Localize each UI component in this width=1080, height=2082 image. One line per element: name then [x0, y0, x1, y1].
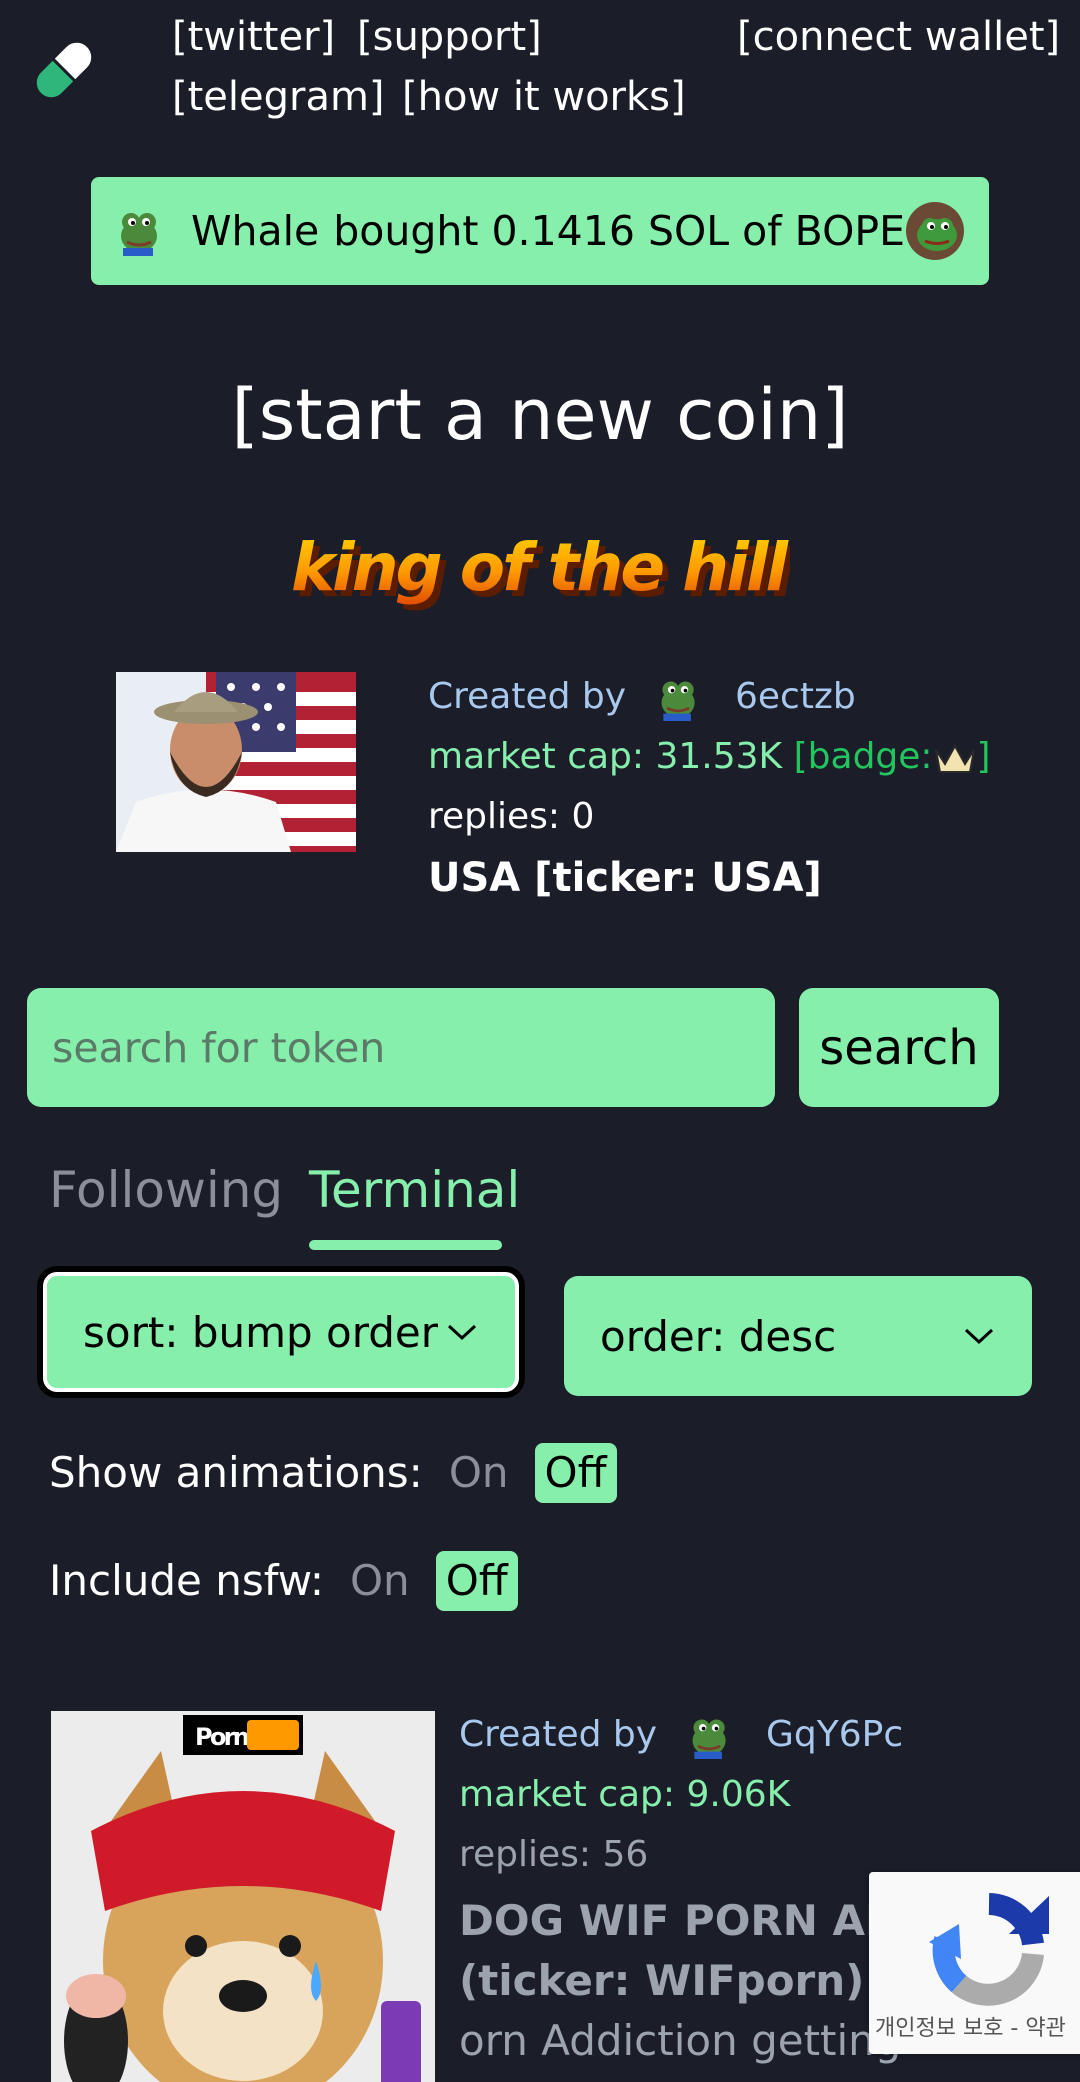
coin-creator-avatar-icon	[687, 1713, 733, 1759]
animations-toggle: Show animations: On Off	[49, 1443, 617, 1503]
ticker-action: bought 0.1416 SOL of BOPE	[333, 207, 905, 255]
king-creator-avatar-icon	[656, 675, 702, 721]
ticker-user[interactable]: Whale	[191, 207, 319, 255]
recaptcha-terms[interactable]: 개인정보 보호 - 약관	[875, 2010, 1066, 2042]
order-select-value: order: desc	[600, 1311, 837, 1361]
coin-description: orn Addiction getting	[459, 2016, 902, 2065]
nsfw-toggle: Include nsfw: On Off	[49, 1551, 518, 1611]
connect-wallet-link[interactable]: [connect wallet]	[737, 13, 1060, 61]
order-select[interactable]: order: desc	[564, 1276, 1032, 1396]
coin-name[interactable]: DOG WIF PORN ADD	[459, 1891, 935, 1951]
support-link[interactable]: [support]	[357, 13, 542, 61]
coin-created-by-label: Created by	[459, 1714, 658, 1755]
sort-select-value: sort: bump order	[83, 1307, 439, 1357]
coin-market-cap: market cap: 9.06K	[459, 1774, 791, 1815]
king-created-by-label: Created by	[428, 676, 627, 717]
animations-off-option[interactable]: Off	[534, 1443, 617, 1503]
chevron-down-icon	[447, 1324, 477, 1341]
recaptcha-logo-icon	[929, 1893, 1049, 2006]
king-badge-open: [badge:	[793, 736, 933, 777]
how-it-works-link[interactable]: [how it works]	[402, 73, 686, 121]
chevron-down-icon	[964, 1328, 994, 1345]
animations-on-option[interactable]: On	[449, 1443, 509, 1503]
twitter-link[interactable]: [twitter]	[172, 13, 335, 61]
sort-select[interactable]: sort: bump order	[43, 1272, 519, 1392]
nsfw-on-option[interactable]: On	[350, 1551, 410, 1611]
telegram-link[interactable]: [telegram]	[172, 73, 385, 121]
coin-image[interactable]: Pornhub	[51, 1711, 435, 2082]
nsfw-off-option[interactable]: Off	[435, 1551, 518, 1611]
token-avatar-icon[interactable]	[905, 201, 965, 261]
king-creator-link[interactable]: 6ectzb	[735, 676, 856, 717]
trade-ticker[interactable]: Whale bought 0.1416 SOL of BOPE	[91, 177, 989, 285]
king-badge-close: ]	[976, 736, 991, 777]
pill-logo-icon[interactable]	[26, 32, 102, 108]
coin-ticker: (ticker: WIFporn):	[459, 1956, 882, 2005]
coin-creator-link[interactable]: GqY6Pc	[766, 1714, 903, 1755]
king-coin-image[interactable]	[116, 672, 356, 852]
king-coin-title[interactable]: USA [ticker: USA]	[428, 856, 822, 900]
tab-terminal[interactable]: Terminal	[309, 1160, 520, 1220]
start-new-coin-link[interactable]: [start a new coin]	[0, 370, 1080, 460]
pepe-avatar-icon	[115, 206, 165, 256]
search-button[interactable]: search	[799, 988, 999, 1107]
king-replies: replies: 0	[428, 796, 595, 837]
active-tab-underline	[309, 1240, 502, 1250]
search-input[interactable]	[27, 988, 775, 1107]
nsfw-label: Include nsfw:	[49, 1556, 324, 1605]
king-of-the-hill-banner: king of the hill king of the hill	[290, 520, 798, 620]
king-market-cap: market cap: 31.53K	[428, 736, 783, 777]
recaptcha-badge[interactable]: 개인정보 보호 - 약관	[869, 1872, 1080, 2054]
king-banner-text: king of the hill	[291, 529, 789, 606]
tab-following[interactable]: Following	[49, 1160, 283, 1220]
crown-icon	[933, 740, 977, 776]
coin-replies: replies: 56	[459, 1834, 649, 1875]
animations-label: Show animations:	[49, 1448, 423, 1497]
